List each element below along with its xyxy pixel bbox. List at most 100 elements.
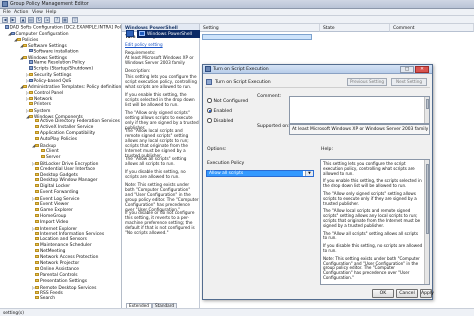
- tree-item[interactable]: Maintenance Scheduler: [32, 243, 92, 248]
- tree-item[interactable]: ◢ Windows Components: [26, 114, 83, 120]
- forward-icon[interactable]: ▶: [10, 17, 16, 23]
- tree-item[interactable]: Desktop Gadgets: [32, 172, 78, 178]
- tree-item[interactable]: ▷ Event Log Service: [32, 196, 79, 202]
- filter-icon[interactable]: ▽: [72, 17, 78, 23]
- help-paragraph: If you enable this setting, the scripts …: [323, 178, 422, 189]
- tree-item[interactable]: ▷ Security Settings: [26, 72, 71, 78]
- menu-action[interactable]: Action: [14, 10, 28, 15]
- tree-item[interactable]: ◢ Windows Settings: [20, 55, 67, 61]
- tree-item[interactable]: Server: [38, 154, 60, 160]
- maximize-button[interactable]: □: [400, 66, 414, 73]
- tree-item[interactable]: ◢ Software Settings: [20, 43, 67, 49]
- menu-help[interactable]: Help: [46, 10, 56, 15]
- apply-button[interactable]: Apply: [420, 289, 434, 298]
- window-title: Group Policy Management Editor: [10, 2, 89, 7]
- comment-scrollbar[interactable]: [424, 97, 429, 123]
- column-setting[interactable]: Setting: [200, 24, 320, 32]
- cancel-button[interactable]: Cancel: [396, 289, 418, 298]
- menu-view[interactable]: View: [32, 10, 43, 15]
- tree-item[interactable]: ▷ Remote Desktop Services: [32, 285, 96, 291]
- tree-item[interactable]: Network Projector: [32, 261, 79, 266]
- tree-item[interactable]: ▷ BitLocker Drive Encryption: [32, 161, 98, 167]
- tree-item[interactable]: Event Forwarding: [32, 190, 78, 195]
- tree-item[interactable]: Application Compatibility: [32, 131, 95, 136]
- up-icon[interactable]: ▲: [20, 17, 26, 23]
- tree-item[interactable]: Software installation: [26, 48, 79, 54]
- tree-item[interactable]: Scripts (Startup/Shutdown): [26, 66, 94, 72]
- help-icon[interactable]: ?: [54, 17, 60, 23]
- help-scrollbar[interactable]: [424, 160, 429, 284]
- tree-item[interactable]: Client: [38, 148, 59, 154]
- tree-item-label: Scripts (Startup/Shutdown): [33, 66, 94, 72]
- folder-icon: [35, 161, 39, 165]
- tree-item[interactable]: Search: [32, 296, 55, 301]
- tree-item[interactable]: ▷ System: [26, 108, 50, 114]
- tree-item[interactable]: Location and Sensors: [32, 237, 87, 242]
- radio-enabled[interactable]: Enabled: [207, 108, 232, 114]
- folder-icon: [29, 90, 33, 94]
- tree-item[interactable]: ActiveX Installer Service: [32, 125, 93, 130]
- tree-item[interactable]: Network Access Protection: [32, 255, 98, 260]
- tree-item[interactable]: HomeGroup: [32, 213, 66, 219]
- previous-setting-button[interactable]: Previous Setting: [347, 78, 387, 86]
- execution-policy-label: Execution Policy: [207, 161, 245, 166]
- tree-item[interactable]: Active Directory Federation Services: [32, 119, 120, 124]
- column-state[interactable]: State: [320, 24, 390, 32]
- tree-item[interactable]: Desktop Window Manager: [32, 178, 97, 183]
- description-paragraph: If you disable this setting, no scripts …: [125, 169, 186, 179]
- tree-item[interactable]: ◢ Administrative Templates: Policy defini…: [20, 84, 121, 90]
- chevron-down-icon[interactable]: ▼: [305, 171, 313, 176]
- tree-item[interactable]: Presentation Settings: [32, 278, 87, 284]
- refresh-icon[interactable]: ↻: [36, 17, 42, 23]
- tree-item[interactable]: Game Explorer: [32, 207, 73, 213]
- edit-policy-link[interactable]: Edit policy setting: [125, 42, 199, 47]
- tree-item-label: Desktop Gadgets: [40, 172, 78, 178]
- ok-button[interactable]: OK: [372, 289, 394, 298]
- folder-icon: [35, 296, 39, 300]
- radio-disabled-dot[interactable]: [207, 118, 212, 123]
- selected-row[interactable]: [202, 34, 312, 40]
- policy-icon: [5, 25, 9, 29]
- tree-item[interactable]: Printers: [26, 101, 51, 107]
- tree-item[interactable]: ◢ Computer Configuration: [8, 31, 69, 37]
- tree-item[interactable]: ▷ Network: [26, 96, 52, 102]
- tree-item[interactable]: Online Assistance: [32, 266, 79, 272]
- radio-not-configured-dot[interactable]: [207, 98, 212, 103]
- radio-enabled-dot[interactable]: [207, 108, 212, 113]
- radio-disabled[interactable]: Disabled: [207, 118, 233, 124]
- tree-item[interactable]: ▷ Policy-based QoS: [26, 78, 71, 84]
- tree-item[interactable]: ◢ Backup: [32, 143, 56, 149]
- menu-file[interactable]: File: [3, 10, 11, 15]
- tree-item[interactable]: ▷ Internet Explorer: [32, 226, 77, 232]
- dialog-setting-header: Turn on Script Execution Previous Settin…: [205, 76, 430, 88]
- tree-item[interactable]: ◢ Policies: [14, 37, 38, 43]
- back-icon[interactable]: ◀: [2, 17, 8, 23]
- tree-item[interactable]: Credential User Interface: [32, 166, 95, 172]
- radio-not-configured[interactable]: Not Configured: [207, 98, 248, 104]
- tree-item[interactable]: RSS Feeds: [32, 290, 63, 296]
- tree-item[interactable]: Internet Information Services: [32, 231, 104, 237]
- properties-icon[interactable]: ▦: [62, 17, 68, 23]
- show-hide-tree-icon[interactable]: ▤: [28, 17, 34, 23]
- help-paragraph: This setting lets you configure the scri…: [323, 161, 415, 176]
- tree-item[interactable]: NetMeeting: [32, 249, 65, 254]
- tree-item[interactable]: ▷ Control Panel: [26, 90, 63, 96]
- execution-policy-select[interactable]: Allow all scripts ▼: [206, 170, 314, 177]
- folder-icon: [35, 278, 39, 282]
- tree-item[interactable]: AutoPlay Policies: [32, 137, 77, 142]
- tree-item[interactable]: Event Viewer: [32, 202, 69, 207]
- tree-item[interactable]: DAD Softs Configuration [DC2.EXAMPLE.INT…: [2, 25, 121, 30]
- tree-item[interactable]: Parental Controls: [32, 272, 78, 278]
- tree-item[interactable]: Import Video: [32, 219, 68, 225]
- close-button[interactable]: ✕: [415, 66, 429, 73]
- comment-textarea[interactable]: [289, 96, 430, 124]
- tree-item[interactable]: Digital Locker: [32, 184, 70, 189]
- tree-item-label: Parental Controls: [40, 272, 78, 278]
- next-setting-button[interactable]: Next Setting: [391, 78, 427, 86]
- folder-icon: [35, 190, 39, 194]
- dialog-setting-name: Turn on Script Execution: [215, 80, 271, 85]
- tree-item-label: AutoPlay Policies: [40, 137, 77, 143]
- column-comment[interactable]: Comment: [390, 24, 474, 32]
- export-icon[interactable]: ⇲: [44, 17, 50, 23]
- tree-item[interactable]: Name Resolution Policy: [26, 60, 85, 66]
